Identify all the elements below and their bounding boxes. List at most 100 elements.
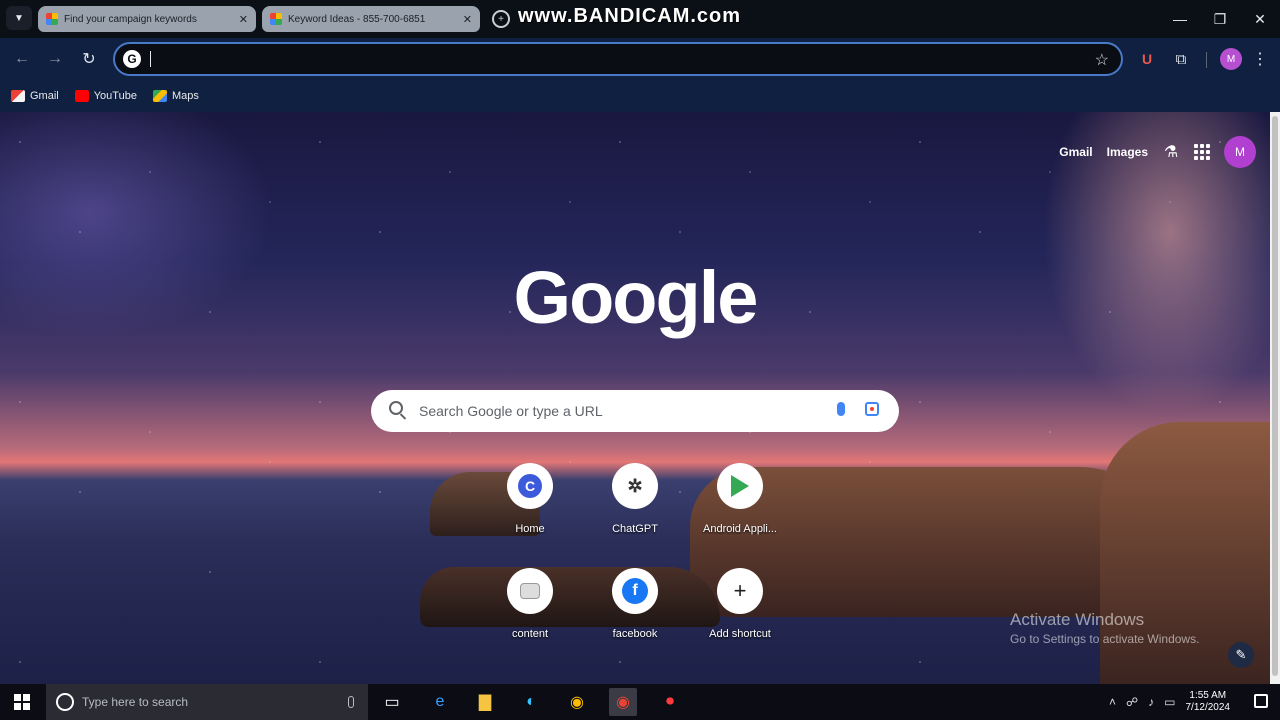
volume-icon[interactable]: ♪ (1148, 695, 1154, 709)
activate-windows-watermark: Activate Windows Go to Settings to activ… (1010, 610, 1199, 646)
maps-icon (152, 90, 167, 102)
bookmarks-bar: Gmail YouTube Maps (0, 80, 1280, 112)
shortcut-chatgpt[interactable]: ✲ ChatGPT (587, 463, 683, 535)
back-icon[interactable]: ← (12, 49, 32, 69)
shortcut-label: ChatGPT (612, 523, 658, 535)
google-ads-favicon-icon (46, 13, 58, 25)
chatgpt-icon: ✲ (627, 475, 643, 496)
address-bar[interactable]: G ☆ (113, 42, 1123, 76)
account-avatar[interactable]: M (1224, 136, 1256, 168)
shortcut-label: Android Appli... (703, 523, 777, 535)
tab-strip: ▼ Find your campaign keywords ✕ Keyword … (0, 0, 1280, 38)
search-icon (389, 401, 403, 415)
shortcut-android-apps[interactable]: Android Appli... (692, 463, 788, 535)
shortcut-tile (717, 463, 763, 509)
bookmark-youtube[interactable]: YouTube (74, 90, 137, 102)
extensions-puzzle-icon[interactable]: ⧉ (1172, 49, 1190, 69)
new-tab-page: Gmail Images ⚗ M Google C Home ✲ ChatGPT… (0, 112, 1270, 684)
close-icon[interactable]: ✕ (239, 13, 248, 26)
tab-2[interactable]: Keyword Ideas - 855-700-6851 ✕ (262, 6, 480, 32)
bookmark-gmail[interactable]: Gmail (11, 90, 59, 102)
close-window-icon[interactable]: ✕ (1240, 0, 1280, 38)
profile-avatar-button[interactable]: M (1220, 48, 1242, 70)
shortcut-label: Add shortcut (709, 628, 771, 640)
tab-1[interactable]: Find your campaign keywords ✕ (38, 6, 256, 32)
new-tab-button[interactable]: + (492, 10, 510, 28)
google-logo: Google (513, 256, 759, 339)
activate-subtitle: Go to Settings to activate Windows. (1010, 632, 1200, 646)
tab-search-button[interactable]: ▼ (6, 6, 32, 30)
search-input[interactable] (419, 400, 819, 422)
windows-taskbar: Type here to search ▭ e ▇ ◐ ◉ ◉ ⏺ ˄ ☍ ♪ … (0, 684, 1280, 720)
edge-legacy-icon[interactable]: e (426, 688, 454, 716)
file-explorer-icon[interactable]: ▇ (471, 688, 499, 716)
window-controls: — ❐ ✕ (1160, 0, 1280, 38)
bookmark-label: Maps (171, 90, 199, 102)
clock[interactable]: 1:55 AM 7/12/2024 (1186, 690, 1231, 714)
google-apps-icon[interactable] (1194, 144, 1210, 160)
shortcut-label: content (511, 628, 549, 640)
shortcut-tile: + (717, 568, 763, 614)
shortcut-tile: ✲ (612, 463, 658, 509)
task-view-icon[interactable]: ▭ (378, 688, 406, 716)
gmail-icon (11, 90, 25, 102)
forward-icon[interactable]: → (45, 49, 65, 69)
facebook-icon: f (622, 578, 648, 604)
activate-title: Activate Windows (1010, 610, 1145, 629)
google-lens-icon[interactable] (865, 402, 879, 416)
shortcut-label: Home (515, 523, 545, 535)
notification-icon[interactable] (1254, 694, 1268, 708)
taskbar-search-placeholder: Type here to search (82, 695, 189, 709)
tab-title: Keyword Ideas - 855-700-6851 (288, 13, 426, 25)
extension-u-icon[interactable]: U (1139, 49, 1155, 69)
text-cursor (150, 51, 151, 67)
home-c-icon: C (518, 474, 542, 498)
page-scrollbar[interactable] (1270, 112, 1280, 684)
browser-toolbar: ← → ↻ G ☆ U ⧉ M ⋮ (0, 38, 1280, 80)
chrome-active-icon[interactable]: ◉ (609, 688, 637, 716)
youtube-icon (74, 90, 89, 102)
tab-title: Find your campaign keywords (64, 13, 197, 25)
windows-start-icon[interactable] (14, 694, 30, 710)
shortcut-tile: C (507, 463, 553, 509)
shortcut-content[interactable]: content (482, 568, 578, 640)
battery-icon[interactable]: ▭ (1164, 695, 1175, 709)
minimize-icon[interactable]: — (1160, 0, 1200, 38)
scrollbar-thumb[interactable] (1272, 116, 1278, 676)
toolbar-divider (1206, 52, 1207, 68)
shortcut-tile (507, 568, 553, 614)
shortcut-label: facebook (612, 628, 658, 640)
network-icon[interactable]: ☍ (1126, 695, 1138, 709)
bandicam-record-icon[interactable]: ⏺ (656, 688, 684, 716)
reload-icon[interactable]: ↻ (79, 49, 99, 69)
ntp-search-box[interactable] (371, 390, 899, 432)
maximize-icon[interactable]: ❐ (1200, 0, 1240, 38)
chrome-icon[interactable]: ◉ (563, 688, 591, 716)
screen: ▼ Find your campaign keywords ✕ Keyword … (0, 0, 1280, 720)
recording-watermark: www.BANDICAM.com (518, 5, 742, 27)
labs-flask-icon[interactable]: ⚗ (1162, 142, 1180, 162)
ntp-top-links: Gmail Images ⚗ M (1059, 136, 1270, 168)
bookmark-maps[interactable]: Maps (152, 90, 199, 102)
bookmark-star-icon[interactable]: ☆ (1095, 50, 1109, 70)
shortcut-tile: f (612, 568, 658, 614)
plus-icon: + (733, 578, 747, 603)
shortcut-facebook[interactable]: f facebook (587, 568, 683, 640)
taskbar-search[interactable]: Type here to search (46, 684, 368, 720)
shortcut-add[interactable]: + Add shortcut (692, 568, 788, 640)
google-ads-favicon-icon (270, 13, 282, 25)
bookmark-label: Gmail (30, 90, 59, 102)
voice-search-icon[interactable] (837, 402, 845, 416)
more-menu-icon[interactable]: ⋮ (1252, 49, 1268, 69)
images-link[interactable]: Images (1107, 145, 1148, 159)
close-icon[interactable]: ✕ (463, 13, 472, 26)
microphone-icon[interactable] (348, 696, 354, 708)
customize-pencil-icon[interactable]: ✎ (1228, 642, 1254, 668)
edge-icon[interactable]: ◐ (517, 688, 545, 716)
tray-overflow-icon[interactable]: ˄ (1109, 695, 1116, 709)
cortana-icon (56, 693, 74, 711)
google-icon: G (123, 50, 141, 68)
shortcut-home[interactable]: C Home (482, 463, 578, 535)
bookmark-label: YouTube (93, 90, 137, 102)
gmail-link[interactable]: Gmail (1059, 145, 1092, 159)
